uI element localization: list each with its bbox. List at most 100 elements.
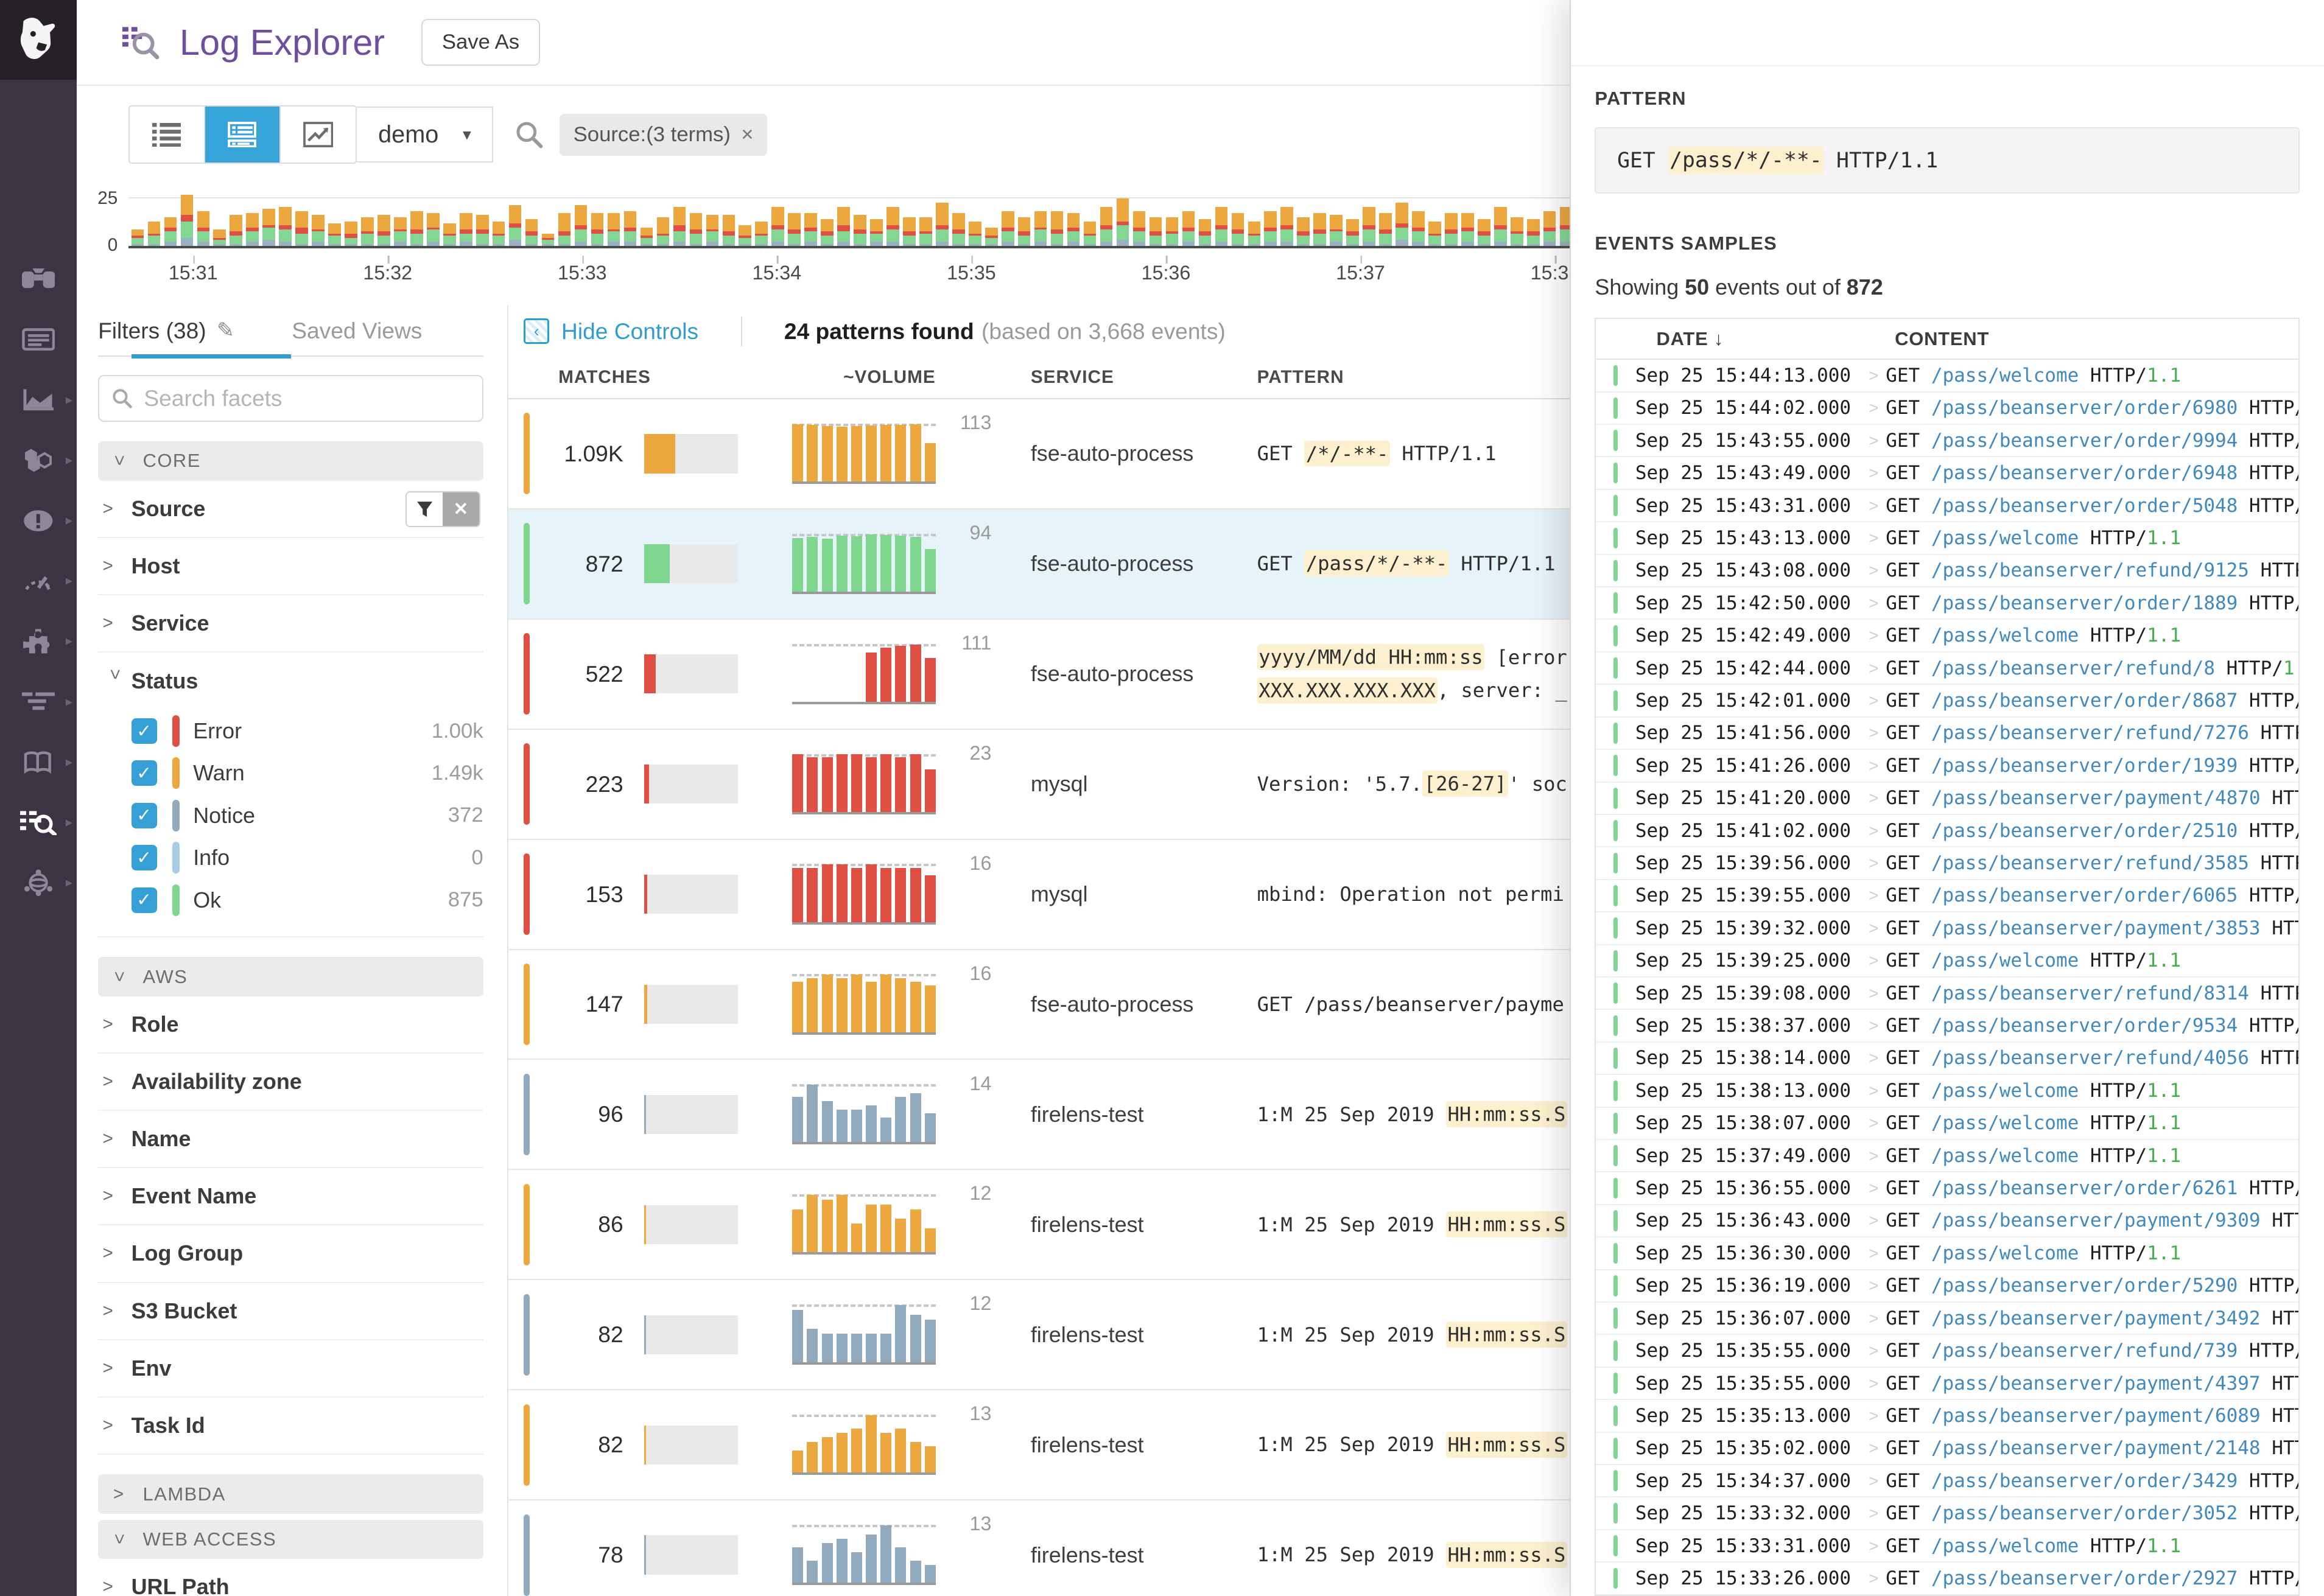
pattern-row[interactable]: 7813firelens-test1:M 25 Sep 2019 HH:mm:s… — [508, 1500, 1569, 1596]
timeline-bar[interactable] — [1543, 211, 1556, 246]
nav-monitors-icon[interactable]: ▸ — [0, 491, 77, 551]
timeline-bar[interactable] — [460, 213, 472, 246]
facet-source[interactable]: > Source ✕ — [98, 481, 483, 538]
sample-log-row[interactable]: Sep 25 15:44:02.000>GET /pass/beanserver… — [1596, 393, 2298, 425]
timeline-bar[interactable] — [771, 207, 784, 246]
timeline-bar[interactable] — [394, 217, 407, 246]
sample-log-row[interactable]: Sep 25 15:41:20.000>GET /pass/beanserver… — [1596, 783, 2298, 815]
timeline-bar[interactable] — [246, 213, 259, 246]
timeline-bar[interactable] — [279, 207, 292, 246]
timeline-bar[interactable] — [1166, 217, 1179, 246]
nav-apm-icon[interactable]: ▸ — [0, 671, 77, 732]
timeline-bar[interactable] — [936, 203, 949, 246]
timeline-bar[interactable] — [377, 215, 390, 246]
timeline-bar[interactable] — [295, 211, 308, 246]
facet-task-id[interactable]: >Task Id — [98, 1398, 483, 1455]
sample-log-row[interactable]: Sep 25 15:34:37.000>GET /pass/beanserver… — [1596, 1465, 2298, 1497]
sample-log-row[interactable]: Sep 25 15:39:55.000>GET /pass/beanserver… — [1596, 880, 2298, 912]
checkbox-checked-icon[interactable]: ✓ — [132, 887, 157, 913]
facet-search-input[interactable] — [144, 385, 469, 411]
timeline-bar[interactable] — [1445, 213, 1458, 246]
facet-role[interactable]: >Role — [98, 996, 483, 1054]
timeline-bar[interactable] — [1232, 213, 1244, 246]
sample-log-row[interactable]: Sep 25 15:42:01.000>GET /pass/beanserver… — [1596, 685, 2298, 717]
pattern-row[interactable]: 8612firelens-test1:M 25 Sep 2019 HH:mm:s… — [508, 1170, 1569, 1280]
timeline-bar[interactable] — [1117, 198, 1129, 246]
checkbox-checked-icon[interactable]: ✓ — [132, 718, 157, 744]
timeline-bar[interactable] — [164, 217, 177, 246]
timeline-bar[interactable] — [1428, 222, 1441, 246]
timeline-bar[interactable] — [1199, 219, 1212, 246]
timeline-bar[interactable] — [493, 222, 505, 246]
pattern-row[interactable]: 14716fse-auto-processGET /pass/beanserve… — [508, 950, 1569, 1060]
facet-status[interactable]: > Status — [98, 653, 483, 710]
list-view-button[interactable] — [130, 107, 205, 163]
sample-log-row[interactable]: Sep 25 15:43:08.000>GET /pass/beanserver… — [1596, 555, 2298, 587]
facet-status-value-warn[interactable]: ✓Warn1.49k — [98, 752, 483, 794]
timeline-bar[interactable] — [952, 213, 965, 246]
facet-status-value-ok[interactable]: ✓Ok875 — [98, 879, 483, 921]
sample-log-row[interactable]: Sep 25 15:43:13.000>GET /pass/welcome HT… — [1596, 522, 2298, 555]
log-volume-timeline[interactable]: 25 0 15:3115:3215:3315:3415:3515:3615:37… — [128, 185, 1570, 291]
search-bar[interactable]: Source:(3 terms) × — [514, 114, 1570, 156]
timeline-bar[interactable] — [919, 217, 932, 246]
sample-log-row[interactable]: Sep 25 15:44:13.000>GET /pass/welcome HT… — [1596, 360, 2298, 392]
remove-filter-icon[interactable]: × — [741, 123, 753, 147]
facet-availability-zone[interactable]: >Availability zone — [98, 1054, 483, 1111]
query-filter-chip[interactable]: Source:(3 terms) × — [560, 114, 767, 156]
sample-log-row[interactable]: Sep 25 15:43:55.000>GET /pass/beanserver… — [1596, 425, 2298, 457]
sample-log-row[interactable]: Sep 25 15:33:31.000>GET /pass/welcome HT… — [1596, 1530, 2298, 1563]
timeline-bar[interactable] — [723, 215, 735, 246]
timeline-bar[interactable] — [854, 215, 866, 246]
timeline-bar[interactable] — [870, 219, 883, 246]
pattern-row[interactable]: 1.09K113fse-auto-processGET /*/-**- HTTP… — [508, 399, 1569, 509]
timeline-bar[interactable] — [1067, 213, 1080, 246]
timeline-bar[interactable] — [903, 217, 916, 246]
timeline-bar[interactable] — [591, 213, 604, 246]
sample-log-row[interactable]: Sep 25 15:42:44.000>GET /pass/beanserver… — [1596, 653, 2298, 685]
sample-log-row[interactable]: Sep 25 15:36:43.000>GET /pass/beanserver… — [1596, 1205, 2298, 1237]
timeline-bar[interactable] — [1248, 222, 1261, 246]
facet-log-group[interactable]: >Log Group — [98, 1225, 483, 1283]
timeline-bar[interactable] — [1346, 219, 1359, 246]
checkbox-checked-icon[interactable]: ✓ — [132, 845, 157, 870]
nav-metrics-icon[interactable]: ▸ — [0, 369, 77, 430]
nav-network-icon[interactable]: ▸ — [0, 852, 77, 912]
patterns-view-button[interactable] — [205, 107, 281, 163]
facet-filter-button[interactable] — [407, 492, 443, 526]
sample-log-row[interactable]: Sep 25 15:43:49.000>GET /pass/beanserver… — [1596, 457, 2298, 489]
timeline-bar[interactable] — [262, 209, 275, 246]
timeline-bar[interactable] — [673, 207, 686, 246]
timeline-bar[interactable] — [1527, 219, 1540, 246]
timeline-bar[interactable] — [1363, 207, 1375, 246]
checkbox-checked-icon[interactable]: ✓ — [132, 760, 157, 786]
timeline-bar[interactable] — [886, 207, 899, 246]
facet-event-name[interactable]: >Event Name — [98, 1168, 483, 1225]
timeline-bar[interactable] — [1511, 217, 1523, 246]
sample-log-row[interactable]: Sep 25 15:42:50.000>GET /pass/beanserver… — [1596, 587, 2298, 620]
sample-log-row[interactable]: Sep 25 15:33:32.000>GET /pass/beanserver… — [1596, 1497, 2298, 1530]
timeline-bar[interactable] — [558, 213, 571, 246]
timeline-bar[interactable] — [969, 222, 981, 246]
timeline-bar[interactable] — [1395, 203, 1408, 246]
nav-events-icon[interactable] — [0, 309, 77, 369]
sample-log-row[interactable]: Sep 25 15:38:37.000>GET /pass/beanserver… — [1596, 1010, 2298, 1042]
facet-status-value-notice[interactable]: ✓Notice372 — [98, 794, 483, 836]
timeline-bar[interactable] — [739, 225, 751, 246]
sample-log-row[interactable]: Sep 25 15:35:13.000>GET /pass/beanserver… — [1596, 1400, 2298, 1432]
timeline-bar[interactable] — [755, 222, 768, 246]
facet-section-core[interactable]: > CORE — [98, 441, 483, 480]
sample-log-row[interactable]: Sep 25 15:33:26.000>GET /pass/beanserver… — [1596, 1563, 2298, 1595]
timeline-bar[interactable] — [641, 228, 653, 246]
sample-log-row[interactable]: Sep 25 15:41:02.000>GET /pass/beanserver… — [1596, 815, 2298, 847]
timeline-bar[interactable] — [985, 228, 998, 246]
timeline-bar[interactable] — [690, 213, 703, 246]
sample-log-row[interactable]: Sep 25 15:41:26.000>GET /pass/beanserver… — [1596, 750, 2298, 782]
timeline-bar[interactable] — [1313, 213, 1326, 246]
timeline-bar[interactable] — [1478, 219, 1490, 246]
timeline-bar[interactable] — [476, 215, 489, 246]
pattern-row[interactable]: 522111fse-auto-processyyyy/MM/dd HH:mm:s… — [508, 620, 1569, 730]
facet-clear-button[interactable]: ✕ — [443, 492, 479, 526]
column-service[interactable]: SERVICE — [988, 367, 1257, 388]
timeline-bar[interactable] — [1330, 215, 1343, 246]
